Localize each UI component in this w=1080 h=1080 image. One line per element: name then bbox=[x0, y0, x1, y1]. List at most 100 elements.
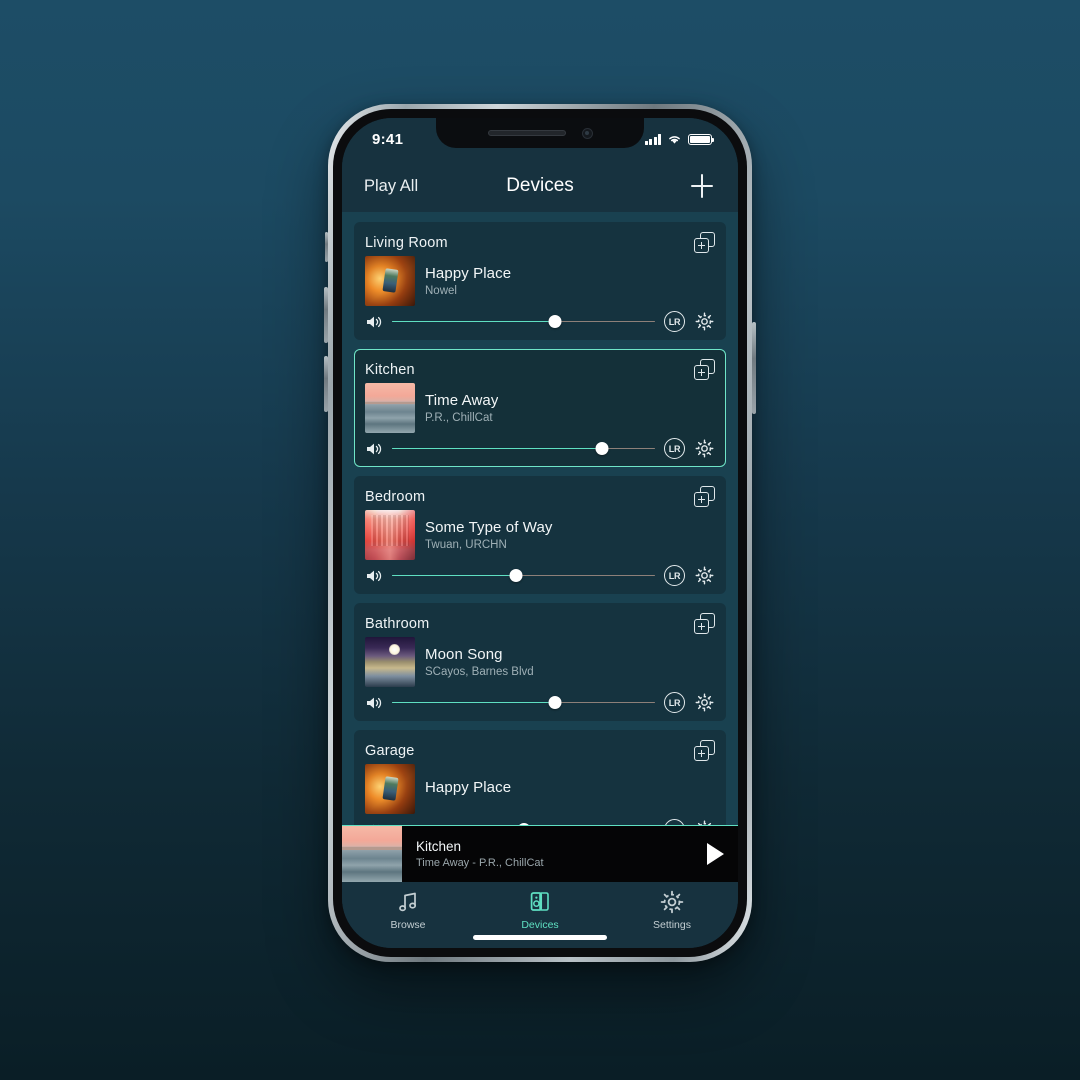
now-playing-track: Time Away - P.R., ChillCat bbox=[416, 857, 544, 869]
tab-browse[interactable]: Browse bbox=[342, 890, 474, 931]
tab-devices[interactable]: Devices bbox=[474, 890, 606, 931]
channel-badge[interactable]: LR bbox=[664, 311, 685, 332]
gear-icon[interactable] bbox=[694, 565, 715, 586]
card-header: Garage bbox=[365, 740, 715, 761]
channel-badge[interactable]: LR bbox=[664, 692, 685, 713]
device-card-bedroom[interactable]: Bedroom Some Type of Way Twuan, URCHN LR bbox=[354, 476, 726, 594]
volume-slider[interactable] bbox=[392, 568, 655, 583]
channel-badge[interactable]: LR bbox=[664, 438, 685, 459]
gear-icon bbox=[695, 439, 714, 458]
album-art bbox=[365, 637, 415, 687]
card-body: Happy Place bbox=[365, 764, 715, 814]
speakers-icon bbox=[530, 892, 549, 911]
track-meta: Time Away P.R., ChillCat bbox=[425, 392, 498, 424]
speaker-volume-icon[interactable] bbox=[365, 695, 383, 711]
play-all-button[interactable]: Play All bbox=[364, 177, 418, 196]
track-title: Happy Place bbox=[425, 265, 512, 282]
track-title: Happy Place bbox=[425, 779, 512, 796]
speaker-volume-icon bbox=[367, 697, 382, 708]
album-art bbox=[365, 383, 415, 433]
music-note-icon bbox=[396, 890, 420, 914]
speaker-volume-icon bbox=[367, 443, 382, 454]
device-card-kitchen[interactable]: Kitchen Time Away P.R., ChillCat LR bbox=[354, 349, 726, 467]
track-meta: Happy Place bbox=[425, 779, 511, 799]
tab-label: Settings bbox=[653, 919, 691, 931]
tab-label: Browse bbox=[390, 919, 426, 931]
add-to-group-icon[interactable] bbox=[694, 232, 715, 253]
power-button[interactable] bbox=[752, 322, 756, 414]
front-camera-icon bbox=[581, 127, 593, 139]
cellular-signal-icon bbox=[644, 134, 661, 145]
page-backdrop: 9:41 Play All Devices Living Room Happy … bbox=[0, 0, 1080, 1080]
speaker-volume-icon[interactable] bbox=[365, 441, 383, 457]
album-art bbox=[365, 256, 415, 306]
phone-frame: 9:41 Play All Devices Living Room Happy … bbox=[324, 104, 756, 962]
now-playing-album-art bbox=[342, 826, 402, 882]
earpiece-speaker bbox=[487, 130, 566, 136]
speakers-icon bbox=[528, 890, 552, 914]
speaker-volume-icon bbox=[367, 570, 382, 581]
gear-icon[interactable] bbox=[694, 692, 715, 713]
play-icon[interactable] bbox=[692, 843, 738, 865]
room-name: Garage bbox=[365, 742, 415, 759]
album-art bbox=[365, 764, 415, 814]
device-card-bathroom[interactable]: Bathroom Moon Song SCayos, Barnes Blvd L… bbox=[354, 603, 726, 721]
gear-icon[interactable] bbox=[694, 311, 715, 332]
tab-label: Devices bbox=[521, 919, 559, 931]
gear-icon bbox=[695, 693, 714, 712]
speaker-volume-icon[interactable] bbox=[365, 314, 383, 330]
speaker-volume-icon[interactable] bbox=[365, 568, 383, 584]
volume-up-button[interactable] bbox=[324, 287, 328, 343]
volume-slider[interactable] bbox=[392, 314, 655, 329]
add-to-group-icon[interactable] bbox=[694, 486, 715, 507]
volume-slider[interactable] bbox=[392, 695, 655, 710]
phone-bezel: 9:41 Play All Devices Living Room Happy … bbox=[333, 109, 747, 957]
card-footer: LR bbox=[365, 564, 715, 586]
gear-icon bbox=[695, 312, 714, 331]
wifi-icon bbox=[669, 136, 680, 144]
card-header: Bedroom bbox=[365, 486, 715, 507]
volume-down-button[interactable] bbox=[324, 356, 328, 412]
track-title: Some Type of Way bbox=[425, 519, 553, 536]
status-indicators bbox=[644, 133, 715, 145]
silent-switch[interactable] bbox=[325, 232, 328, 262]
gear-icon bbox=[695, 566, 714, 585]
track-artist: P.R., ChillCat bbox=[425, 412, 493, 424]
track-title: Moon Song bbox=[425, 646, 503, 663]
card-body: Some Type of Way Twuan, URCHN bbox=[365, 510, 715, 560]
home-indicator[interactable] bbox=[473, 935, 607, 940]
card-body: Time Away P.R., ChillCat bbox=[365, 383, 715, 433]
now-playing-room: Kitchen bbox=[416, 839, 462, 854]
device-card-living-room[interactable]: Living Room Happy Place Nowel LR bbox=[354, 222, 726, 340]
add-to-group-icon[interactable] bbox=[694, 359, 715, 380]
now-playing-bar[interactable]: Kitchen Time Away - P.R., ChillCat bbox=[342, 825, 738, 882]
add-to-group-icon[interactable] bbox=[694, 740, 715, 761]
gear-icon bbox=[660, 890, 684, 914]
channel-badge[interactable]: LR bbox=[664, 565, 685, 586]
plus-icon[interactable] bbox=[688, 172, 716, 200]
room-name: Kitchen bbox=[365, 361, 415, 378]
room-name: Bedroom bbox=[365, 488, 426, 505]
album-art bbox=[365, 510, 415, 560]
phone-screen: 9:41 Play All Devices Living Room Happy … bbox=[342, 118, 738, 948]
room-name: Living Room bbox=[365, 234, 448, 251]
gear-icon[interactable] bbox=[694, 438, 715, 459]
navigation-bar: Play All Devices bbox=[342, 160, 738, 212]
battery-full-icon bbox=[688, 133, 715, 145]
card-footer: LR bbox=[365, 310, 715, 332]
volume-slider[interactable] bbox=[392, 441, 655, 456]
track-artist: Twuan, URCHN bbox=[425, 539, 507, 551]
gear-icon bbox=[660, 890, 684, 914]
device-list[interactable]: Living Room Happy Place Nowel LR Kitchen… bbox=[342, 212, 738, 882]
track-meta: Moon Song SCayos, Barnes Blvd bbox=[425, 646, 534, 678]
track-title: Time Away bbox=[425, 392, 499, 409]
card-header: Living Room bbox=[365, 232, 715, 253]
track-artist: Nowel bbox=[425, 285, 457, 297]
tab-settings[interactable]: Settings bbox=[606, 890, 738, 931]
add-to-group-icon[interactable] bbox=[694, 613, 715, 634]
card-footer: LR bbox=[365, 437, 715, 459]
card-footer: LR bbox=[365, 691, 715, 713]
card-body: Moon Song SCayos, Barnes Blvd bbox=[365, 637, 715, 687]
card-header: Kitchen bbox=[365, 359, 715, 380]
speaker-volume-icon bbox=[367, 316, 382, 327]
